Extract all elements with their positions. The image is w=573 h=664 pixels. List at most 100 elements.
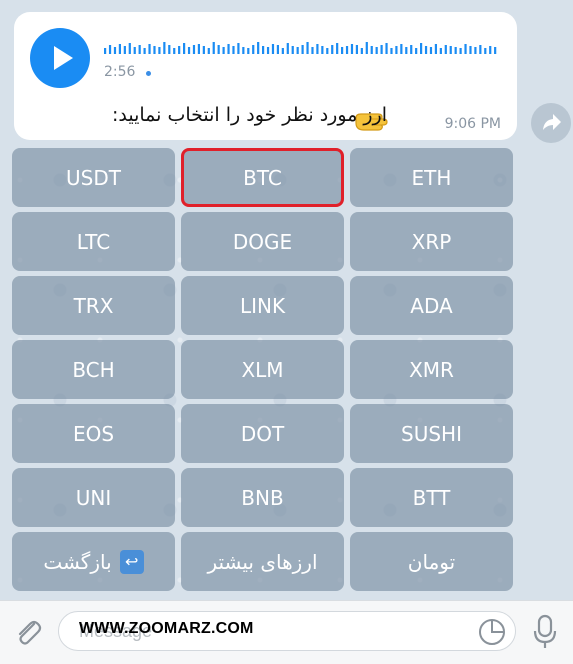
key-xmr[interactable]: XMR — [350, 340, 513, 399]
reply-keyboard: USDT BTC ETH LTC DOGE XRP TRX LINK ADA B… — [12, 148, 517, 596]
waveform-bar — [454, 47, 457, 54]
waveform-bar — [365, 42, 368, 54]
waveform-bar — [217, 45, 220, 54]
waveform-bar — [479, 45, 482, 54]
key-doge[interactable]: DOGE — [181, 212, 344, 271]
waveform-bar — [192, 45, 196, 54]
key-more-currencies[interactable]: ارزهای بیشتر — [181, 532, 344, 591]
key-dot[interactable]: DOT — [181, 404, 344, 463]
waveform-bar — [197, 44, 201, 54]
waveform-bar — [118, 44, 122, 54]
waveform-bar — [311, 47, 314, 54]
key-eos[interactable]: EOS — [12, 404, 175, 463]
waveform-bar — [341, 47, 344, 54]
waveform-bar — [163, 42, 166, 54]
waveform-bar — [474, 47, 477, 54]
waveform-bar — [173, 48, 176, 54]
play-icon — [54, 46, 73, 70]
keyboard-row: UNI BNB BTT — [12, 468, 517, 527]
play-button[interactable] — [30, 28, 90, 88]
waveform-bar — [187, 47, 191, 54]
waveform-bar — [464, 44, 467, 54]
waveform-bar — [306, 42, 309, 54]
key-xrp[interactable]: XRP — [350, 212, 513, 271]
waveform-bar — [242, 47, 245, 54]
audio-waveform[interactable] — [104, 38, 499, 54]
waveform-bar — [227, 44, 230, 54]
waveform-bar — [370, 46, 373, 54]
key-btt[interactable]: BTT — [350, 468, 513, 527]
paperclip-icon[interactable] — [12, 615, 44, 653]
waveform-bar — [316, 44, 319, 54]
message-input[interactable]: Message WWW.ZOOMARZ.COM — [58, 611, 516, 651]
waveform-bar — [375, 47, 378, 54]
key-eth[interactable]: ETH — [350, 148, 513, 207]
key-ada[interactable]: ADA — [350, 276, 513, 335]
waveform-bar — [276, 45, 280, 54]
microphone-icon[interactable] — [530, 613, 560, 655]
sticker-icon[interactable] — [476, 616, 508, 652]
waveform-bar — [390, 48, 393, 54]
waveform-bar — [429, 47, 433, 54]
key-trx[interactable]: TRX — [12, 276, 175, 335]
key-usdt[interactable]: USDT — [12, 148, 175, 207]
waveform-bar — [444, 45, 447, 54]
waveform-bar — [336, 43, 339, 54]
voice-duration: 2:56 — [104, 64, 136, 80]
waveform-bar — [321, 46, 324, 54]
key-bch[interactable]: BCH — [12, 340, 175, 399]
waveform-bar — [296, 47, 299, 54]
waveform-bar — [400, 44, 403, 54]
key-btc[interactable]: BTC — [181, 148, 344, 207]
keyboard-row: TRX LINK ADA — [12, 276, 517, 335]
waveform-bar — [434, 44, 438, 54]
keyboard-row: LTC DOGE XRP — [12, 212, 517, 271]
waveform-bar — [247, 48, 250, 54]
waveform-bar — [257, 42, 260, 54]
key-bnb[interactable]: BNB — [181, 468, 344, 527]
waveform-bar — [232, 46, 235, 54]
key-xlm[interactable]: XLM — [181, 340, 344, 399]
waveform-bar — [207, 48, 210, 54]
keyboard-row: بازگشت ↩ ارزهای بیشتر تومان — [12, 532, 517, 591]
keyboard-row: USDT BTC ETH — [12, 148, 517, 207]
waveform-bar — [405, 47, 408, 54]
waveform-bar — [212, 42, 215, 54]
waveform-bar — [168, 45, 171, 54]
waveform-bar — [469, 46, 472, 54]
message-time: 9:06 PM — [444, 116, 501, 132]
waveform-bar — [415, 48, 418, 54]
waveform-bar — [385, 43, 388, 54]
waveform-bar — [439, 48, 442, 54]
key-sushi[interactable]: SUSHI — [350, 404, 513, 463]
waveform-bar — [281, 48, 284, 54]
waveform-bar — [266, 47, 270, 54]
waveform-bar — [360, 48, 363, 54]
waveform-bar — [108, 45, 112, 54]
waveform-bar — [271, 44, 275, 54]
key-uni[interactable]: UNI — [12, 468, 175, 527]
message-text: ارز مورد نظر خود را انتخاب نمایید: — [111, 104, 387, 126]
waveform-bar — [133, 47, 136, 54]
key-back[interactable]: بازگشت ↩ — [12, 532, 175, 591]
waveform-bar — [252, 45, 255, 54]
keyboard-row: EOS DOT SUSHI — [12, 404, 517, 463]
waveform-bar — [158, 47, 161, 54]
waveform-bar — [113, 47, 117, 54]
return-arrow-icon: ↩ — [119, 549, 144, 574]
key-back-label: بازگشت — [43, 549, 112, 574]
waveform-bar — [459, 48, 462, 54]
forward-button[interactable] — [531, 103, 571, 143]
watermark-text: WWW.ZOOMARZ.COM — [79, 620, 254, 637]
forward-icon — [543, 114, 561, 130]
waveform-bar — [449, 46, 452, 54]
waveform-bar — [123, 46, 126, 54]
key-link[interactable]: LINK — [181, 276, 344, 335]
key-ltc[interactable]: LTC — [12, 212, 175, 271]
waveform-bar — [489, 46, 492, 54]
key-toman[interactable]: تومان — [350, 532, 513, 591]
waveform-bar — [420, 43, 423, 54]
waveform-bar — [183, 43, 186, 54]
waveform-bar — [148, 44, 151, 54]
waveform-bar — [424, 46, 428, 54]
